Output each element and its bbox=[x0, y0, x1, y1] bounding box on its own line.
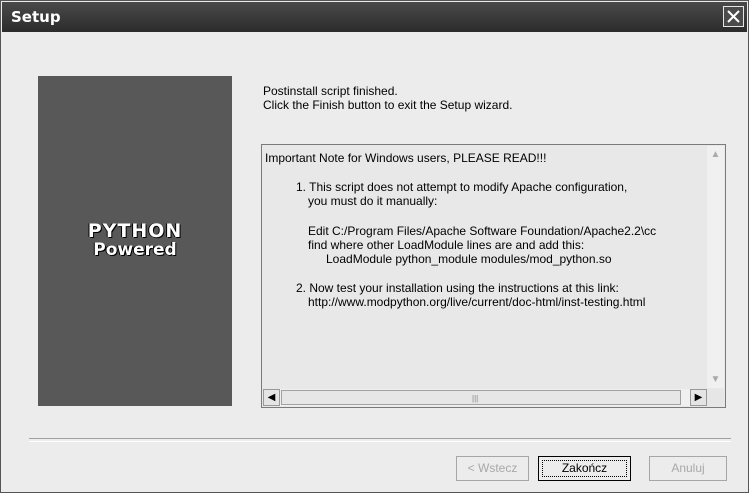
log-line: 2. Now test your installation using the … bbox=[296, 281, 619, 295]
scrollbar-corner bbox=[707, 389, 724, 406]
vertical-scrollbar[interactable]: ▲ ▼ bbox=[707, 146, 724, 388]
status-message: Postinstall script finished. bbox=[263, 84, 398, 98]
scroll-down-icon[interactable]: ▼ bbox=[707, 371, 724, 388]
scroll-up-icon[interactable]: ▲ bbox=[707, 146, 724, 163]
finish-button-label: Zakończ bbox=[561, 461, 608, 475]
log-line: Important Note for Windows users, PLEASE… bbox=[265, 151, 547, 165]
log-line: find where other LoadModule lines are an… bbox=[308, 238, 585, 252]
scroll-left-icon[interactable]: ◀ bbox=[263, 389, 280, 406]
python-powered-logo: PYTHON Powered bbox=[38, 76, 232, 406]
setup-window: Setup PYTHON Powered Postinstall script … bbox=[0, 0, 749, 493]
log-line: you must do it manually: bbox=[308, 194, 438, 208]
close-icon bbox=[727, 10, 740, 23]
back-button[interactable]: < Wstecz bbox=[456, 456, 529, 481]
logo-line-1: PYTHON bbox=[87, 220, 183, 242]
logo-line-2: Powered bbox=[93, 240, 177, 260]
window-title: Setup bbox=[11, 8, 61, 26]
finish-button[interactable]: Zakończ bbox=[538, 456, 631, 481]
close-button[interactable] bbox=[723, 6, 744, 27]
log-line: 1. This script does not attempt to modif… bbox=[296, 180, 628, 194]
title-bar[interactable]: Setup bbox=[2, 2, 747, 32]
horizontal-scrollbar[interactable]: ◀ ||| ▶ bbox=[263, 389, 707, 406]
grip-icon: ||| bbox=[472, 394, 479, 403]
log-line: http://www.modpython.org/live/current/do… bbox=[308, 295, 646, 309]
instruction-message: Click the Finish button to exit the Setu… bbox=[263, 98, 513, 112]
log-line: Edit C:/Program Files/Apache Software Fo… bbox=[308, 224, 657, 238]
log-line: LoadModule python_module modules/mod_pyt… bbox=[326, 252, 612, 266]
scroll-right-icon[interactable]: ▶ bbox=[690, 389, 707, 406]
post-install-log-textbox[interactable]: Important Note for Windows users, PLEASE… bbox=[261, 144, 726, 408]
cancel-button[interactable]: Anuluj bbox=[649, 456, 727, 481]
horizontal-scroll-thumb[interactable]: ||| bbox=[281, 390, 681, 405]
separator bbox=[29, 438, 731, 442]
